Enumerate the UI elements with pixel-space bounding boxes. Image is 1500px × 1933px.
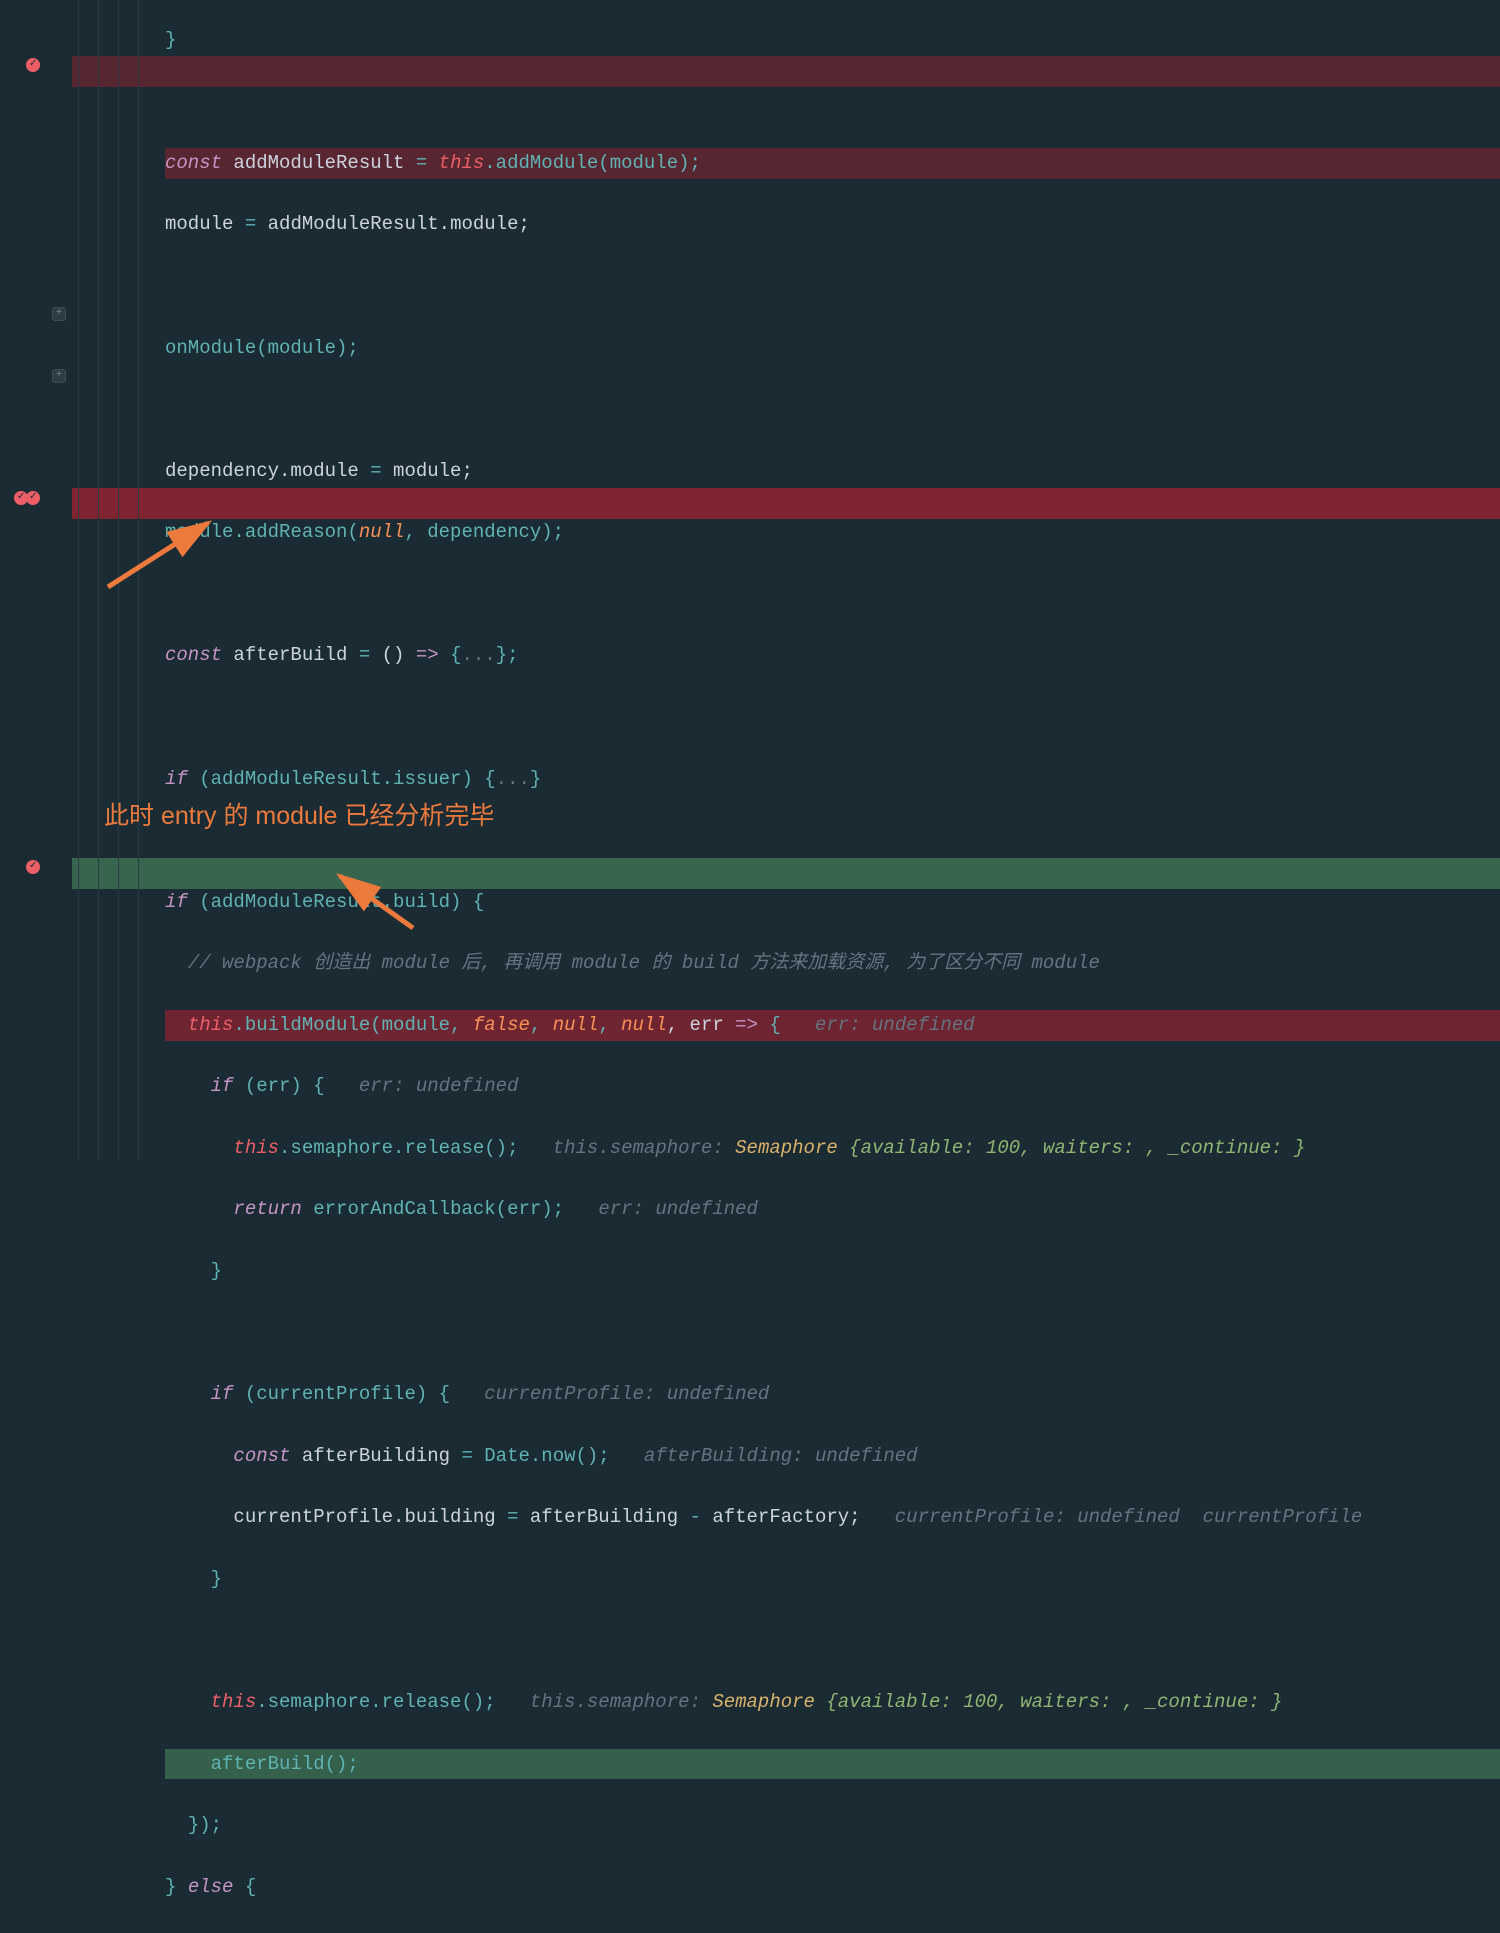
inlay-hint: err: undefined — [815, 1014, 975, 1036]
inlay-hint: err: undefined — [359, 1075, 519, 1097]
code-token: this — [211, 1691, 257, 1713]
code-token: = — [370, 460, 381, 482]
code-token: null — [553, 1014, 599, 1036]
inlay-hint: Semaphore — [735, 1137, 849, 1159]
inlay-hint: afterBuilding: undefined — [644, 1445, 918, 1467]
editor-gutter: + + — [0, 0, 72, 1160]
code-token: this — [427, 152, 484, 174]
code-token: const — [165, 644, 222, 666]
code-token: { — [233, 1876, 256, 1898]
code-token: }); — [188, 1814, 222, 1836]
code-token: = — [359, 644, 370, 666]
code-token: afterBuilding — [518, 1506, 689, 1528]
code-token: } — [165, 1876, 188, 1898]
code-token: onModule(module); — [165, 337, 359, 359]
code-token: , dependency); — [404, 521, 564, 543]
code-token: errorAndCallback(err); — [302, 1198, 564, 1220]
code-token: { — [439, 644, 462, 666]
code-token: addModuleResult.module; — [256, 213, 530, 235]
code-token: = — [416, 152, 427, 174]
inlay-hint: this.semaphore: — [530, 1691, 712, 1713]
code-token: , — [598, 1014, 621, 1036]
code-token: }; — [496, 644, 519, 666]
code-token: module; — [382, 460, 473, 482]
code-token: afterBuild(); — [211, 1753, 359, 1775]
code-token: = — [245, 213, 256, 235]
inlay-hint: this.semaphore: — [553, 1137, 735, 1159]
code-token: dependency.module — [165, 460, 370, 482]
code-token: } — [211, 1568, 222, 1590]
code-token: } — [211, 1260, 222, 1282]
code-token: if — [165, 768, 188, 790]
code-token: afterFactory; — [701, 1506, 861, 1528]
annotation-arrow-icon — [100, 495, 230, 606]
inlay-hint: Semaphore — [712, 1691, 826, 1713]
code-token: (err) { — [233, 1075, 324, 1097]
code-token: afterBuilding — [290, 1445, 461, 1467]
inlay-hint: err: undefined — [598, 1198, 758, 1220]
code-token: { — [758, 1014, 781, 1036]
breakpoint-marker[interactable] — [26, 491, 40, 505]
code-token: afterBuild — [222, 644, 359, 666]
code-token: addModuleResult — [222, 152, 416, 174]
code-token: else — [188, 1876, 234, 1898]
inlay-hint: {available: 100, waiters: , _continue: } — [849, 1137, 1305, 1159]
folded-code-icon[interactable]: ... — [496, 768, 530, 790]
breakpoint-marker[interactable] — [26, 58, 40, 72]
code-token: (currentProfile) { — [233, 1383, 450, 1405]
code-token: } — [530, 768, 541, 790]
code-token: (addModuleResult.issuer) { — [188, 768, 496, 790]
code-token: .semaphore.release(); — [279, 1137, 518, 1159]
code-token: - — [690, 1506, 701, 1528]
code-token: = — [461, 1445, 472, 1467]
code-token: .addModule(module); — [484, 152, 701, 174]
code-token: this — [188, 1014, 234, 1036]
code-editor[interactable]: } const addModuleResult = this.addModule… — [165, 0, 1500, 1933]
code-token: .buildModule(module, — [233, 1014, 472, 1036]
code-token: null — [359, 521, 405, 543]
code-token: if — [165, 891, 188, 913]
code-token: currentProfile.building — [233, 1506, 507, 1528]
breakpoint-marker[interactable] — [26, 860, 40, 874]
code-token: = — [507, 1506, 518, 1528]
code-token: .semaphore.release(); — [256, 1691, 495, 1713]
code-token: this — [233, 1137, 279, 1159]
annotation-arrow-icon — [328, 858, 428, 949]
code-token: const — [233, 1445, 290, 1467]
code-comment: // webpack 创造出 module 后, 再调用 module 的 bu… — [188, 952, 1100, 974]
inlay-hint: currentProfile: undefined currentProfile — [895, 1506, 1362, 1528]
code-token: => — [735, 1014, 758, 1036]
folded-code-icon[interactable]: ... — [461, 644, 495, 666]
code-token: () — [370, 644, 416, 666]
annotation-text: 此时 entry 的 module 已经分析完毕 — [104, 796, 494, 837]
code-token: Date.now(); — [473, 1445, 610, 1467]
inlay-hint: currentProfile: undefined — [484, 1383, 769, 1405]
code-token: , — [530, 1014, 553, 1036]
code-token: null — [621, 1014, 667, 1036]
code-token: return — [233, 1198, 301, 1220]
code-token: const — [165, 152, 222, 174]
code-token: if — [211, 1075, 234, 1097]
code-token: } — [165, 29, 176, 51]
fold-expand-icon[interactable]: + — [52, 307, 66, 321]
fold-expand-icon[interactable]: + — [52, 369, 66, 383]
code-token: , err — [667, 1014, 735, 1036]
code-token: module — [165, 213, 245, 235]
code-token: => — [416, 644, 439, 666]
code-token: if — [211, 1383, 234, 1405]
code-token: false — [473, 1014, 530, 1036]
inlay-hint: {available: 100, waiters: , _continue: } — [826, 1691, 1282, 1713]
